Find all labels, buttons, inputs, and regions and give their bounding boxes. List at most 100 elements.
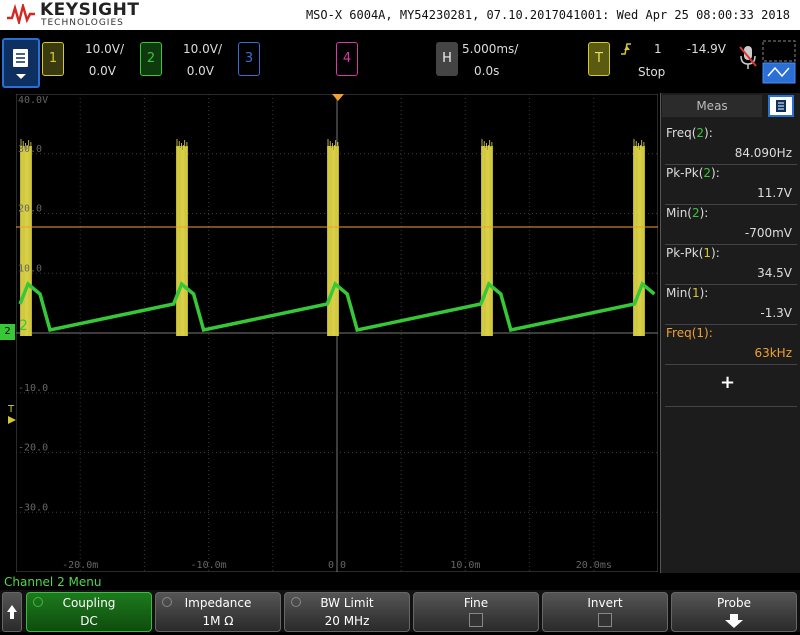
meas-item-value: 34.5V (757, 266, 792, 280)
brand-name: KEYSIGHT (40, 0, 140, 20)
coupling-label: Coupling (62, 596, 116, 610)
channel-2-marker-number: 2 (19, 318, 28, 334)
status-row (0, 30, 800, 92)
fine-checkbox[interactable] (469, 613, 483, 627)
meas-separator (665, 284, 797, 285)
probe-softkey[interactable]: Probe (671, 592, 797, 632)
paren: ): (704, 326, 713, 340)
down-arrow-icon (725, 614, 743, 628)
bw-limit-label: BW Limit (320, 596, 374, 610)
meas-name: Freq (666, 126, 692, 140)
paren: ): (699, 286, 709, 300)
meas-separator (665, 164, 797, 165)
menu-title: Channel 2 Menu (4, 575, 102, 589)
meas-channel: 2 (691, 206, 700, 220)
fine-label: Fine (463, 596, 489, 610)
keysight-logo-icon (7, 4, 35, 24)
device-info: MSO-X 6004A, MY54230281, 07.10.201704100… (305, 8, 790, 22)
channel-4-button[interactable]: 4 (336, 42, 358, 76)
trigger-source: 1 (654, 42, 662, 56)
y-tick-label: 40.0V (18, 95, 48, 106)
waveform-graticule[interactable]: 40.0V30.020.010.0-10.0-20.0-30.0 -20.0m -… (16, 94, 658, 572)
meas-separator (665, 324, 797, 325)
meas-channel: 1 (696, 326, 705, 340)
meas-separator (665, 244, 797, 245)
paren: ): (711, 246, 720, 260)
horizontal-button[interactable]: H (436, 42, 458, 76)
meas-name: Pk-Pk (666, 166, 699, 180)
meas-item-value: 11.7V (757, 186, 792, 200)
microphone-icon[interactable] (738, 44, 758, 72)
channel-3-button[interactable]: 3 (238, 42, 260, 76)
meas-separator (665, 406, 797, 407)
channel-1-burst (176, 139, 188, 336)
fine-softkey[interactable]: Fine (413, 592, 539, 632)
meas-name: Pk-Pk (666, 246, 699, 260)
channel-1-burst (20, 139, 32, 336)
y-tick-label: -20.0 (18, 443, 48, 454)
meas-item-value: -1.3V (760, 306, 792, 320)
channel-2-button[interactable]: 2 (140, 42, 162, 76)
meas-separator (665, 364, 797, 365)
meas-tab[interactable]: Meas (662, 95, 762, 117)
channel-1-burst (633, 139, 645, 336)
meas-separator (665, 204, 797, 205)
main-menu-button[interactable] (2, 38, 40, 88)
paren: ): (699, 206, 709, 220)
meas-item-label[interactable]: Min(2): (666, 206, 708, 220)
impedance-label: Impedance (184, 596, 252, 610)
channel-1-scale: 10.0V/ (85, 42, 124, 56)
y-tick-label: 10.0 (18, 263, 42, 274)
trigger-marker-icon (8, 416, 16, 424)
meas-item-value: 84.090Hz (734, 146, 792, 160)
x-tick-label: 20.0ms (576, 560, 612, 571)
run-state: Stop (638, 65, 666, 79)
meas-item-value: -700mV (744, 226, 792, 240)
channel-1-button[interactable]: 1 (42, 42, 64, 76)
touch-gesture-icon[interactable] (762, 40, 796, 84)
impedance-value: 1M Ω (202, 614, 234, 628)
meas-item-label[interactable]: Freq(1): (666, 326, 713, 340)
y-tick-label: -10.0 (18, 383, 48, 394)
impedance-softkey[interactable]: Impedance 1M Ω (155, 592, 281, 632)
trigger-button[interactable]: T (588, 42, 610, 76)
channel-2-scale: 10.0V/ (183, 42, 222, 56)
back-button[interactable] (2, 592, 22, 632)
channel-4-number: 4 (342, 51, 352, 66)
meas-item-value: 63kHz (754, 346, 792, 360)
trigger-level: -14.9V (686, 42, 726, 56)
x-tick-label: -10.0m (191, 560, 227, 571)
bw-limit-softkey[interactable]: BW Limit 20 MHz (284, 592, 410, 632)
channel-2-ground-marker[interactable]: 2 (0, 324, 15, 340)
y-tick-label: -30.0 (18, 502, 48, 513)
brand-subtitle: TECHNOLOGIES (41, 18, 124, 28)
trigger-marker-label: T (8, 404, 15, 415)
meas-channel: 2 (696, 126, 705, 140)
channel-1-offset: 0.0V (88, 64, 116, 78)
menu-icon (13, 49, 28, 79)
channel-1-burst (327, 139, 339, 336)
invert-label: Invert (587, 596, 623, 610)
probe-label: Probe (716, 596, 752, 610)
rising-edge-icon (621, 43, 631, 55)
meas-item-label[interactable]: Freq(2): (666, 126, 713, 140)
channel-2-number: 2 (146, 51, 156, 66)
coupling-softkey[interactable]: Coupling DC (26, 592, 152, 632)
meas-name: Min (666, 206, 688, 220)
meas-list-icon[interactable] (768, 95, 794, 117)
channel-2-marker-label: 2 (4, 326, 11, 337)
paren: ): (704, 126, 713, 140)
meas-item-label[interactable]: Pk-Pk(1): (666, 246, 720, 260)
invert-softkey[interactable]: Invert (542, 592, 668, 632)
x-tick-label: -20.0m (62, 560, 98, 571)
invert-checkbox[interactable] (598, 613, 612, 627)
meas-item-label[interactable]: Min(1): (666, 286, 708, 300)
up-arrow-icon (7, 605, 17, 619)
y-tick-label: 20.0 (18, 204, 42, 215)
bw-limit-value: 20 MHz (324, 614, 370, 628)
x-tick-label: 10.0m (450, 560, 480, 571)
paren: ): (711, 166, 720, 180)
meas-channel: 1 (703, 246, 712, 260)
add-measurement-button[interactable]: + (720, 372, 735, 393)
meas-item-label[interactable]: Pk-Pk(2): (666, 166, 720, 180)
